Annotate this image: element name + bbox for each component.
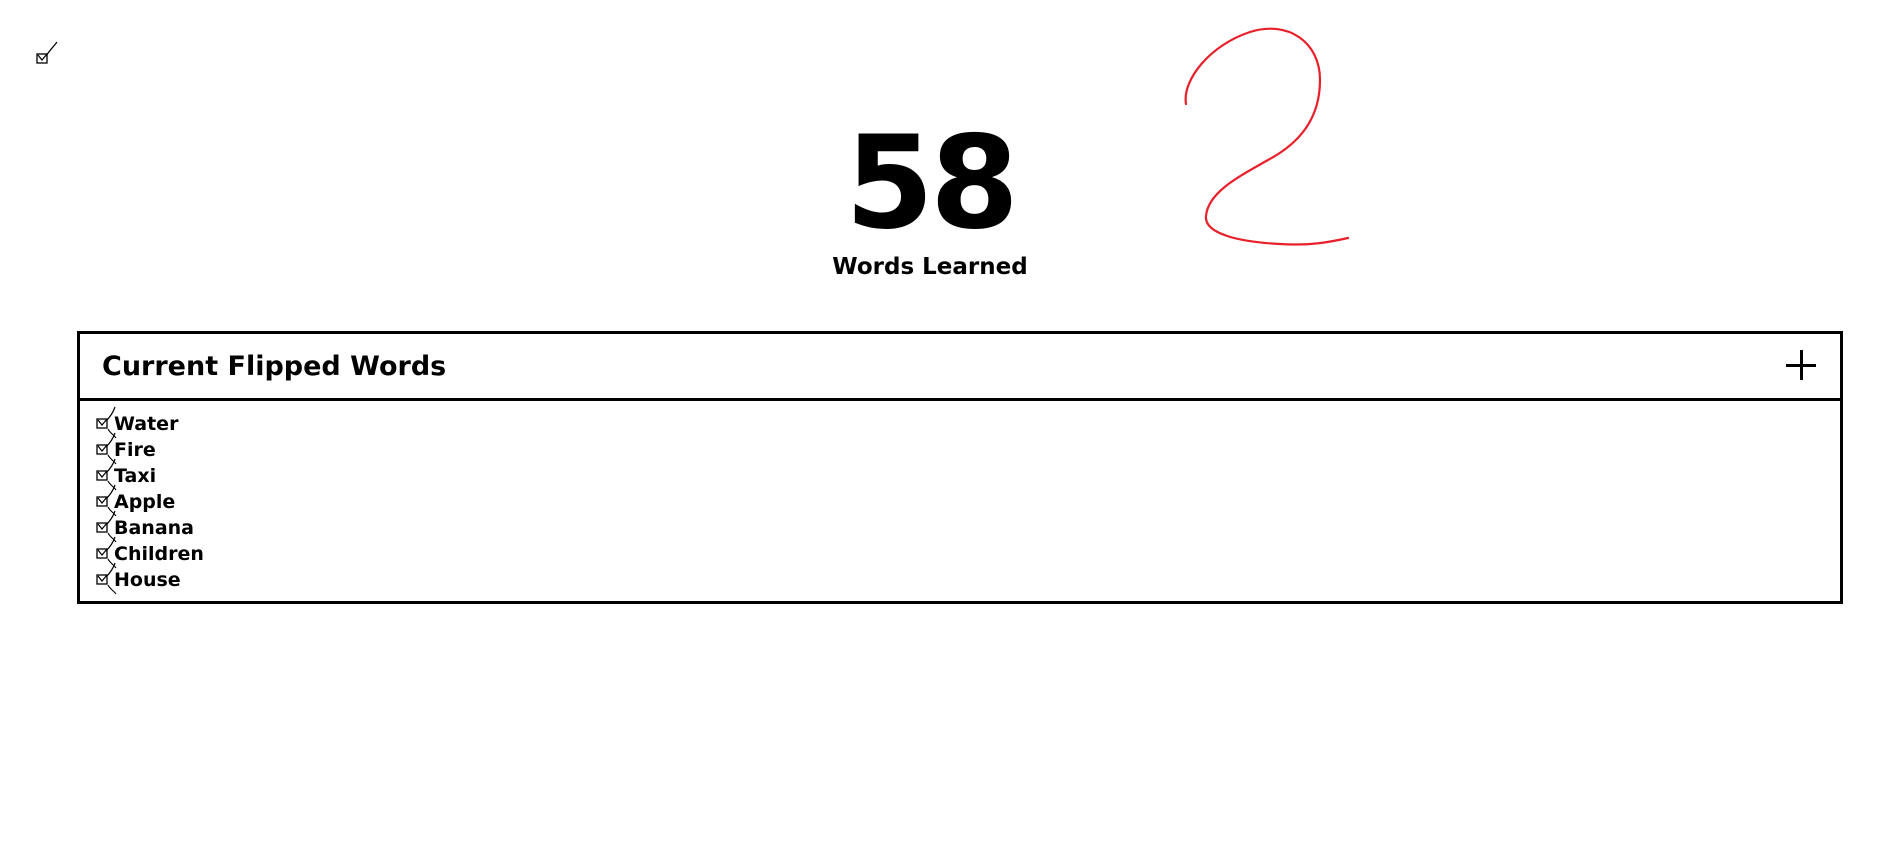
panel-title: Current Flipped Words [102,351,447,382]
list-item[interactable]: Banana [94,510,1840,543]
words-learned-label: Words Learned [832,254,1028,280]
word-label: Children [114,543,204,565]
add-word-button[interactable] [1786,350,1816,380]
list-item[interactable]: House [94,562,1840,595]
word-label: Water [114,413,179,435]
word-label: Fire [114,439,156,461]
words-learned-count: 58 [844,109,1019,258]
list-item[interactable]: Apple [94,484,1840,517]
list-item[interactable]: Taxi [94,458,1840,491]
list-item[interactable]: Children [94,536,1840,569]
words-learned-stat: 58 Words Learned [0,120,1860,282]
word-list: Water Fire Taxi Apple Banana Children House [80,401,1840,595]
word-label: Taxi [114,465,157,487]
list-item[interactable]: Water [94,406,1840,439]
list-item[interactable]: Fire [94,432,1840,465]
current-flipped-words-panel: Current Flipped Words Water Fire Taxi Apple… [77,331,1843,604]
handwritten-two-annotation [1184,27,1350,246]
panel-header: Current Flipped Words [80,334,1840,401]
checkbox-icon[interactable] [36,40,60,70]
checkbox-icon[interactable] [94,562,117,595]
word-label: House [114,569,181,591]
word-label: Apple [114,491,176,513]
word-label: Banana [114,517,194,539]
